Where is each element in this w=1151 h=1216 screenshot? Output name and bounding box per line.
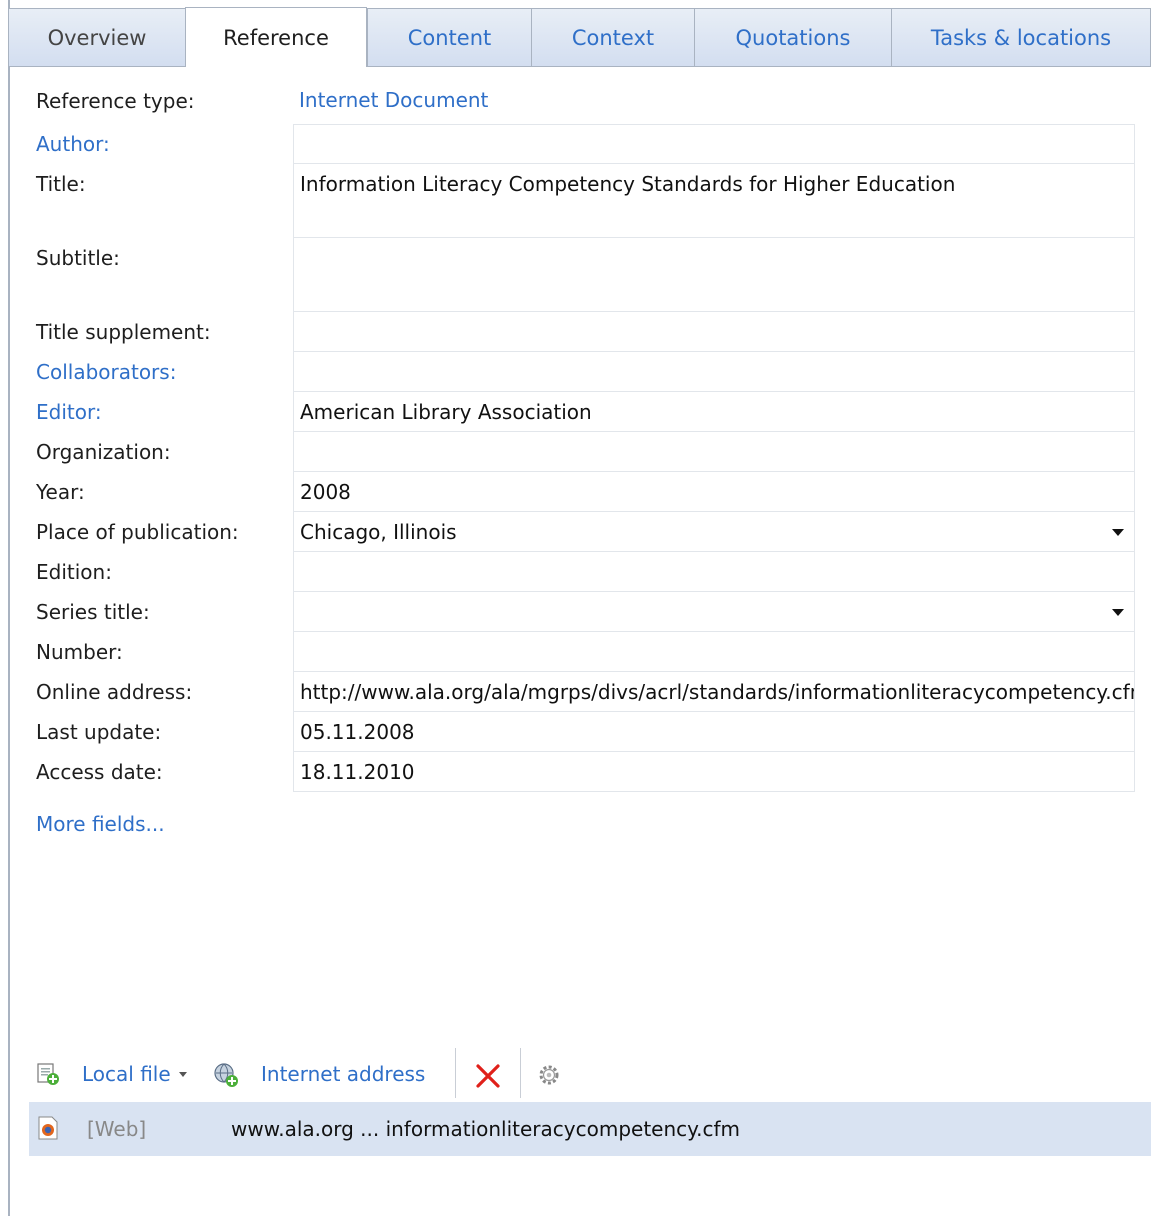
title-supplement-field[interactable] xyxy=(293,311,1135,352)
toolbar-divider xyxy=(455,1048,456,1098)
last-update-field[interactable]: 05.11.2008 xyxy=(293,711,1135,752)
editor-field[interactable]: American Library Association xyxy=(293,391,1135,432)
title-label: Title: xyxy=(36,172,86,196)
tab-overview[interactable]: Overview xyxy=(8,8,186,66)
web-document-icon xyxy=(37,1116,61,1140)
toolbar-divider xyxy=(520,1048,521,1098)
year-field[interactable]: 2008 xyxy=(293,471,1135,512)
local-file-button[interactable]: Local file xyxy=(36,1050,187,1098)
panel-left-border xyxy=(8,0,10,1216)
chevron-down-icon[interactable] xyxy=(1112,609,1124,616)
author-label[interactable]: Author: xyxy=(36,132,110,156)
attachment-kind: [Web] xyxy=(87,1117,147,1141)
reference-type-value[interactable]: Internet Document xyxy=(299,88,488,112)
title-field[interactable]: Information Literacy Competency Standard… xyxy=(293,163,1135,238)
number-field[interactable] xyxy=(293,631,1135,672)
delete-x-icon xyxy=(474,1062,500,1088)
subtitle-field[interactable] xyxy=(293,237,1135,312)
edition-field[interactable] xyxy=(293,551,1135,592)
title-supplement-label: Title supplement: xyxy=(36,320,211,344)
edition-label: Edition: xyxy=(36,560,112,584)
attachment-name: www.ala.org ... informationliteracycompe… xyxy=(231,1117,741,1141)
tab-quotations[interactable]: Quotations xyxy=(694,8,892,66)
access-date-field[interactable]: 18.11.2010 xyxy=(293,751,1135,792)
place-of-publication-label: Place of publication: xyxy=(36,520,239,544)
chevron-down-icon[interactable] xyxy=(178,1071,187,1077)
add-internet-address-icon xyxy=(213,1062,238,1087)
access-date-label: Access date: xyxy=(36,760,163,784)
settings-button[interactable] xyxy=(536,1050,560,1098)
reference-type-label: Reference type: xyxy=(36,89,195,113)
tab-tasks-locations[interactable]: Tasks & locations xyxy=(891,8,1151,66)
collaborators-field[interactable] xyxy=(293,351,1135,392)
local-file-label: Local file xyxy=(82,1062,171,1086)
collaborators-label[interactable]: Collaborators: xyxy=(36,360,176,384)
tab-content[interactable]: Content xyxy=(367,8,532,66)
tabbar-underline xyxy=(8,66,1151,67)
last-update-label: Last update: xyxy=(36,720,162,744)
internet-address-button[interactable]: Internet address xyxy=(213,1050,425,1098)
author-field[interactable] xyxy=(293,124,1135,164)
online-address-field[interactable]: http://www.ala.org/ala/mgrps/divs/acrl/s… xyxy=(293,671,1135,712)
online-address-label: Online address: xyxy=(36,680,193,704)
chevron-down-icon[interactable] xyxy=(1112,529,1124,536)
organization-label: Organization: xyxy=(36,440,171,464)
add-local-file-icon xyxy=(36,1062,60,1086)
organization-field[interactable] xyxy=(293,431,1135,472)
series-title-dropdown[interactable] xyxy=(293,591,1135,632)
place-of-publication-value: Chicago, Illinois xyxy=(300,520,457,544)
attachment-row[interactable]: [Web] www.ala.org ... informationliterac… xyxy=(29,1102,1151,1156)
place-of-publication-dropdown[interactable]: Chicago, Illinois xyxy=(293,511,1135,552)
number-label: Number: xyxy=(36,640,123,664)
editor-label[interactable]: Editor: xyxy=(36,400,102,424)
tab-context[interactable]: Context xyxy=(531,8,695,66)
subtitle-label: Subtitle: xyxy=(36,246,120,270)
more-fields-link[interactable]: More fields... xyxy=(36,812,165,836)
tab-reference[interactable]: Reference xyxy=(185,7,367,67)
delete-button[interactable] xyxy=(474,1050,500,1098)
series-title-label: Series title: xyxy=(36,600,150,624)
year-label: Year: xyxy=(36,480,85,504)
gear-icon xyxy=(536,1062,560,1086)
internet-address-label: Internet address xyxy=(261,1062,426,1086)
